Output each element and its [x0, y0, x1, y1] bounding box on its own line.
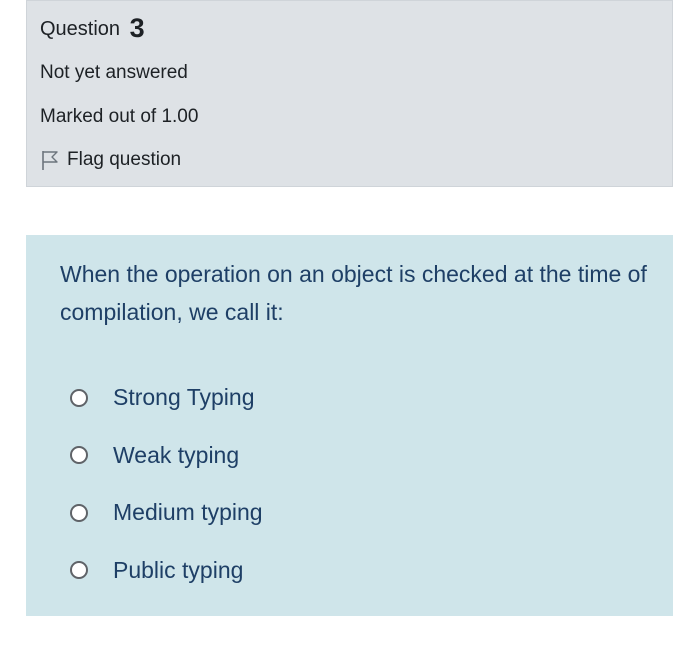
question-grade: Marked out of 1.00: [40, 106, 199, 127]
radio-button[interactable]: [70, 388, 88, 407]
answer-option-public-typing[interactable]: Public typing: [70, 542, 263, 600]
question-number: 3: [129, 13, 145, 43]
flag-question-link[interactable]: Flag question: [40, 149, 181, 171]
answer-label[interactable]: Public typing: [113, 557, 243, 584]
radio-button[interactable]: [70, 446, 88, 465]
question-info-panel: Question 3 Not yet answered Marked out o…: [26, 0, 673, 187]
flag-icon: [40, 149, 60, 171]
radio-button[interactable]: [70, 561, 88, 580]
answer-label[interactable]: Weak typing: [113, 442, 239, 469]
answer-list: Strong Typing Weak typing Medium typing …: [70, 369, 263, 599]
question-heading: Question 3: [40, 13, 145, 44]
answer-label[interactable]: Strong Typing: [113, 384, 255, 411]
question-label: Question: [40, 18, 121, 40]
answer-option-medium-typing[interactable]: Medium typing: [70, 484, 263, 542]
flag-question-label: Flag question: [67, 149, 182, 170]
question-state: Not yet answered: [40, 62, 188, 83]
question-content-panel: When the operation on an object is check…: [26, 235, 673, 616]
answer-option-strong-typing[interactable]: Strong Typing: [70, 369, 263, 427]
answer-option-weak-typing[interactable]: Weak typing: [70, 427, 263, 485]
question-text: When the operation on an object is check…: [60, 261, 647, 325]
radio-button[interactable]: [70, 503, 88, 522]
answer-label[interactable]: Medium typing: [113, 499, 263, 526]
